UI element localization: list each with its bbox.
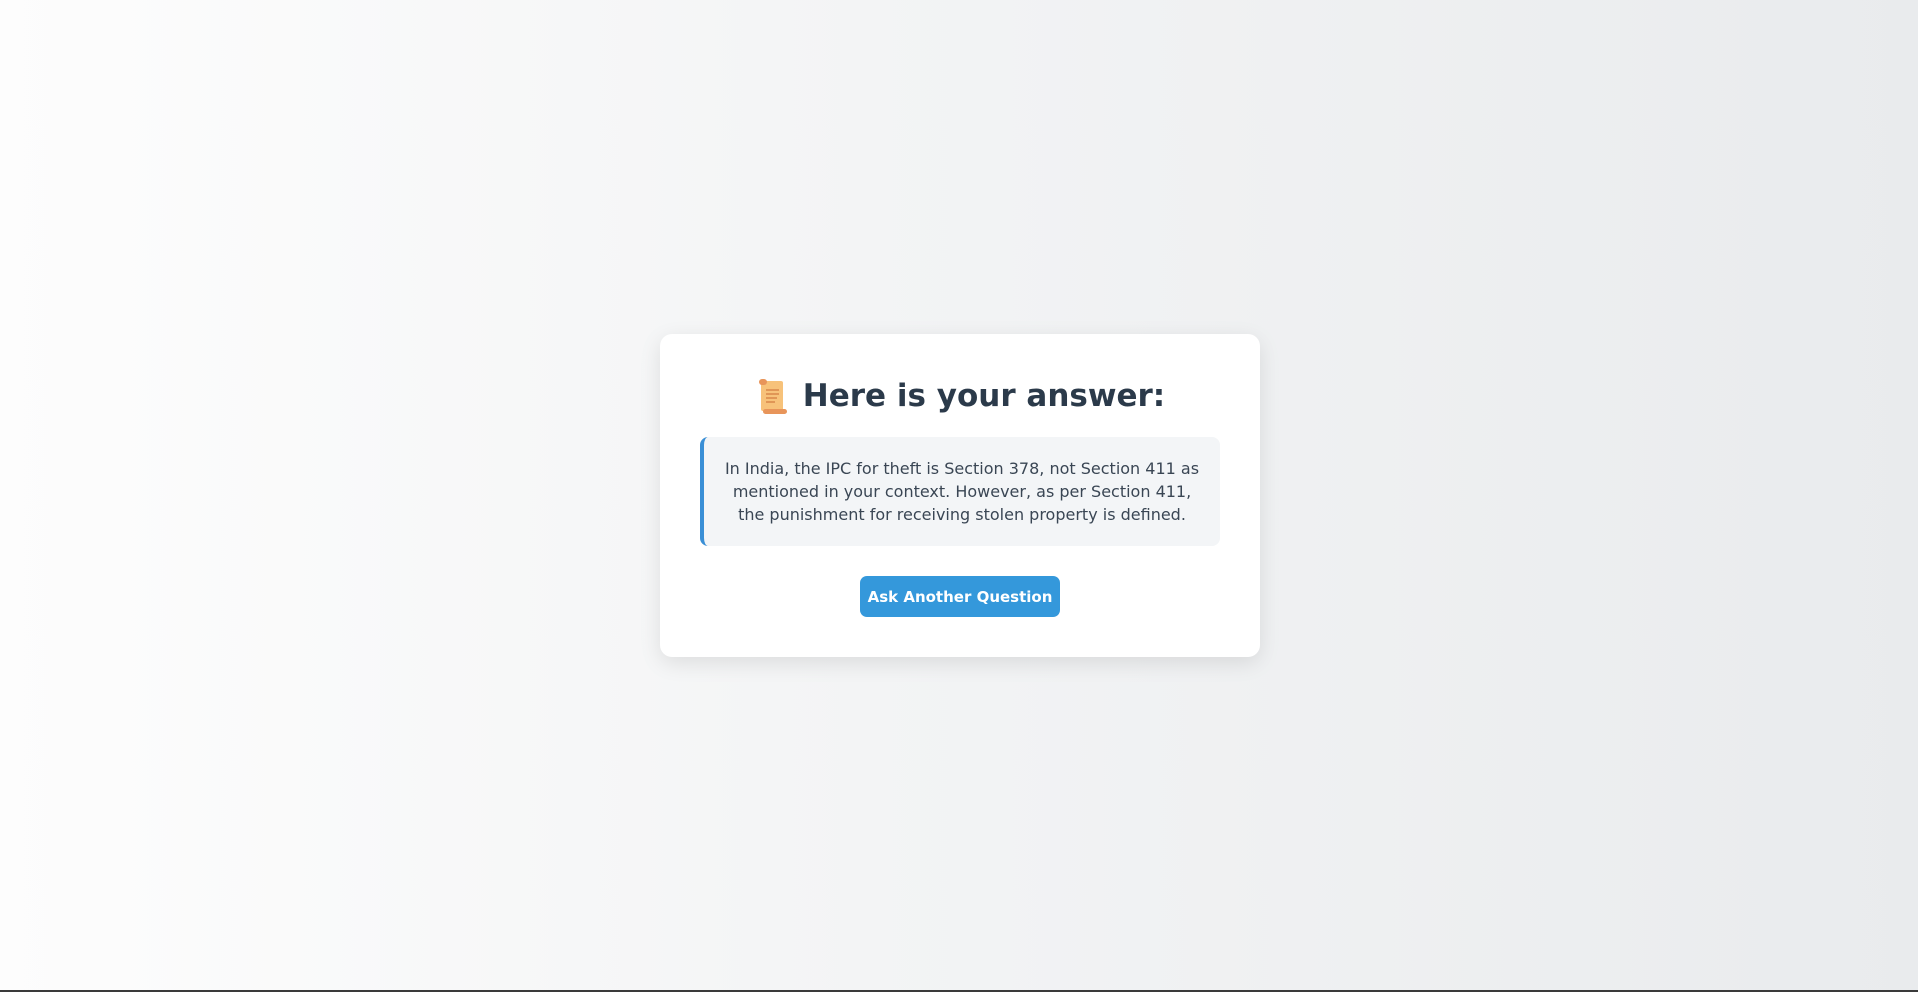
title-row: Here is your answer:	[660, 376, 1260, 416]
answer-text: In India, the IPC for theft is Section 3…	[724, 459, 1200, 524]
scroll-icon	[755, 377, 789, 415]
ask-another-question-button[interactable]: Ask Another Question	[860, 576, 1060, 617]
answer-box: In India, the IPC for theft is Section 3…	[700, 437, 1220, 546]
page-title: Here is your answer:	[802, 378, 1166, 414]
answer-card: Here is your answer: In India, the IPC f…	[660, 334, 1260, 657]
